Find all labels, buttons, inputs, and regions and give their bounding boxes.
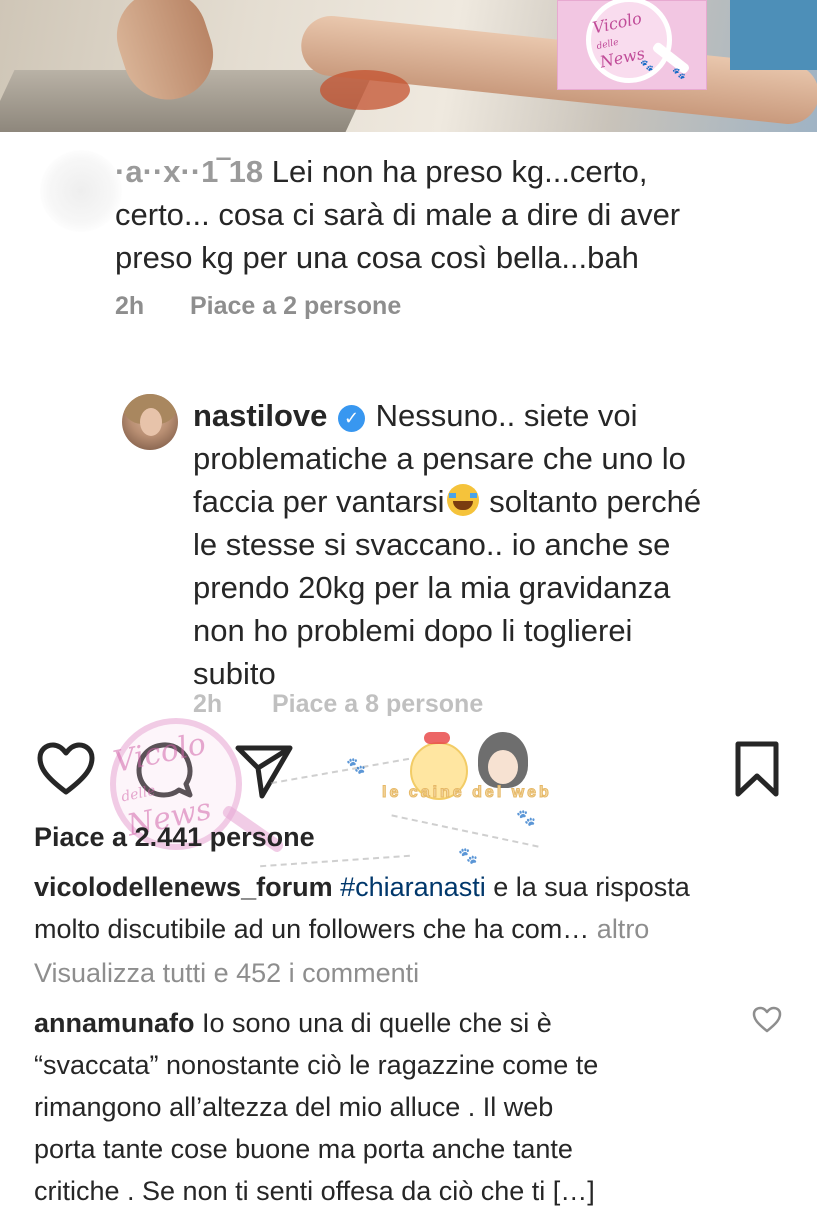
paw-icon: 🐾 xyxy=(672,68,686,80)
comment2-username[interactable]: annamunafo xyxy=(34,1008,195,1038)
photo-sea xyxy=(730,0,817,70)
tears-of-joy-emoji-icon xyxy=(446,484,479,516)
verified-badge-icon: ✓ xyxy=(338,405,366,432)
post-photo[interactable]: Vicolo delle News 🐾 🐾 xyxy=(0,0,817,132)
watermark-logo: Vicolo delle News 🐾 🐾 xyxy=(557,0,707,90)
reply-time: 2h xyxy=(193,690,223,716)
comment-username-blurred[interactable]: ·a··x··1‾18 xyxy=(115,154,263,189)
paw-icon: 🐾 xyxy=(640,60,654,72)
paw-icon: 🐾 xyxy=(516,810,536,827)
bookmark-icon[interactable] xyxy=(734,740,780,798)
photo-swimsuit xyxy=(320,70,410,110)
comment-like-heart-icon[interactable] xyxy=(752,1006,782,1034)
view-all-comments-link[interactable]: Visualizza tutti e 452 i commenti xyxy=(34,958,419,989)
paw-icon: 🐾 xyxy=(458,848,478,865)
caption-hashtag[interactable]: #chiaranasti xyxy=(340,872,486,902)
comment-time: 2h xyxy=(115,292,145,320)
comment-avatar-blurred[interactable] xyxy=(40,150,122,232)
reply-likes-count[interactable]: Piace a 8 persone xyxy=(272,690,483,716)
comment-1: ·a··x··1‾18 Lei non ha preso kg...certo,… xyxy=(115,154,681,275)
reply-username[interactable]: nastilove xyxy=(193,398,327,433)
post-caption: vicolodellenews_forum #chiaranasti e la … xyxy=(34,872,690,944)
reply-comment: nastilove ✓ Nessuno.. siete voi problema… xyxy=(193,398,702,691)
post-likes-count[interactable]: Piace a 2.441 persone xyxy=(34,822,315,853)
reply-avatar[interactable] xyxy=(122,394,178,450)
caption-more-link[interactable]: altro xyxy=(597,914,650,944)
comment-likes-count[interactable]: Piace a 2 persone xyxy=(190,292,401,321)
heart-icon[interactable] xyxy=(36,742,96,798)
caption-username[interactable]: vicolodellenews_forum xyxy=(34,872,333,902)
watermark-tagline: le caine del web xyxy=(382,784,552,802)
paw-icon: 🐾 xyxy=(346,758,366,775)
comment-2: annamunafo Io sono una di quelle che si … xyxy=(34,1008,599,1206)
